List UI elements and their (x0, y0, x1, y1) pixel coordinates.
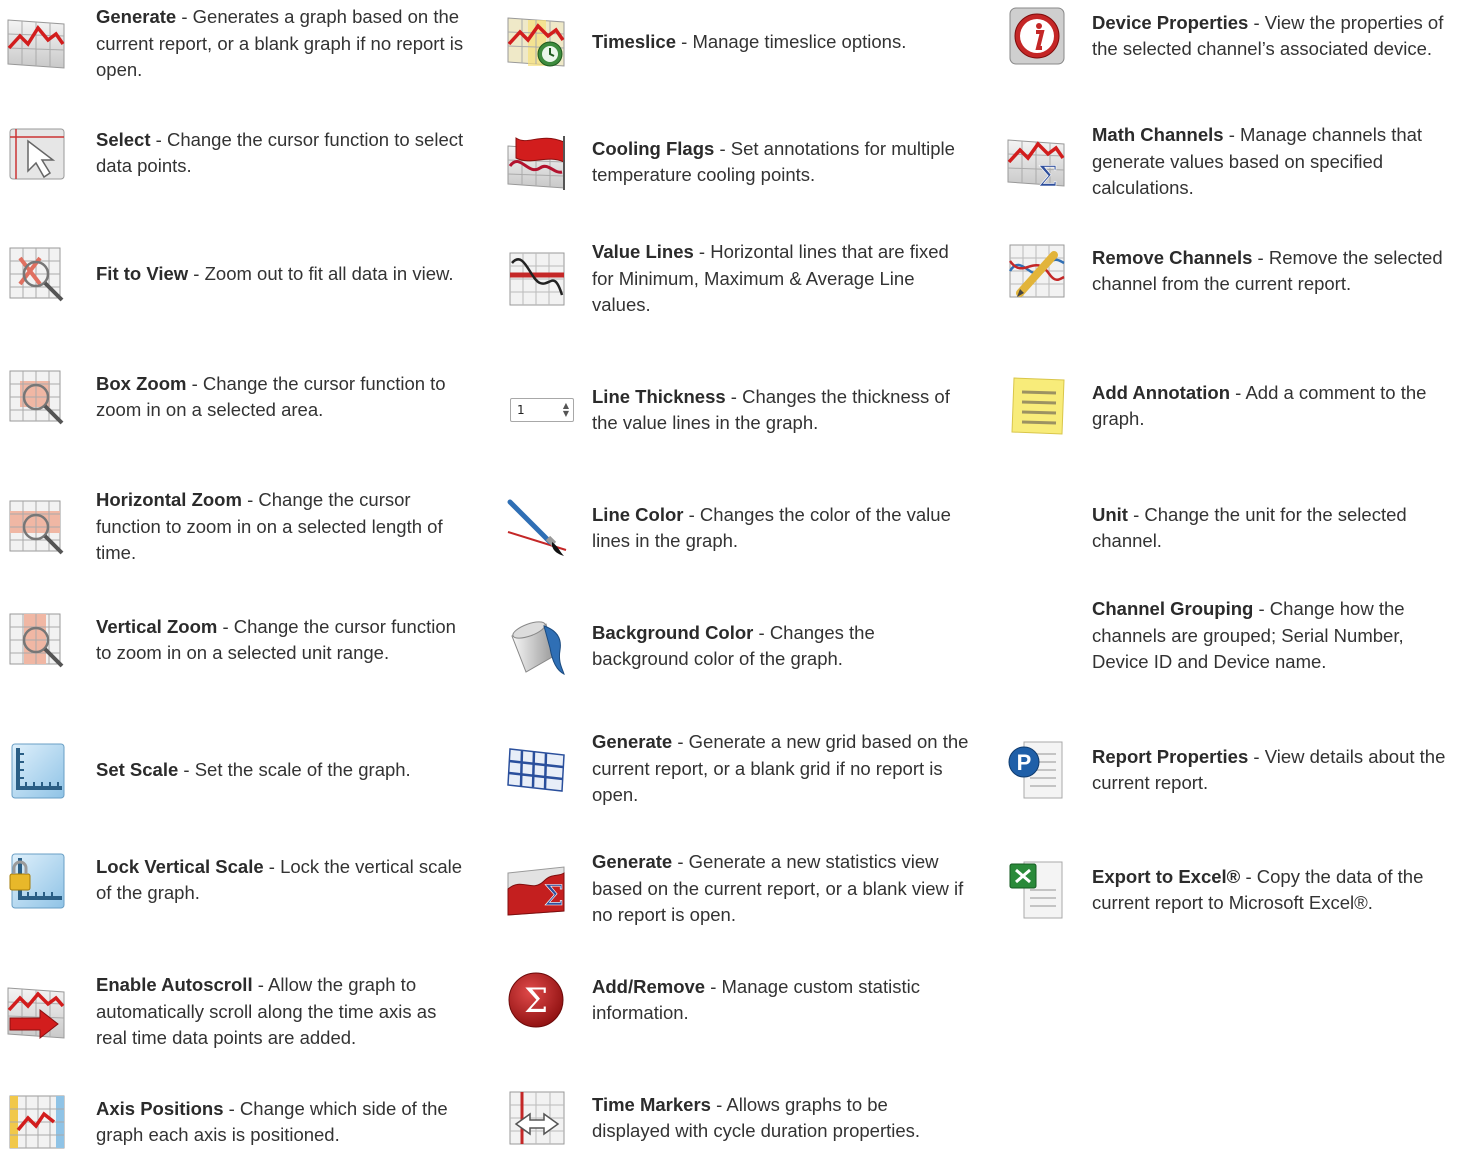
item-title: Export to Excel® (1092, 865, 1241, 887)
stepper-arrows-icon[interactable]: ▲ ▼ (563, 402, 569, 418)
svg-text:Σ: Σ (1038, 160, 1058, 192)
item-title: Fit to View (96, 262, 189, 284)
excel-export-icon[interactable] (1000, 858, 1074, 922)
math-channels-item[interactable]: Σ Math Channels - Manage channels that g… (1000, 122, 1462, 202)
item-title: Generate (592, 851, 673, 872)
column-channel-tools: Device Properties - View the properties … (1000, 0, 1462, 1169)
item-description: - Change the cursor function to select d… (96, 128, 464, 177)
item-title: Time Markers (592, 1093, 711, 1115)
set-scale-item[interactable]: Set Scale - Set the scale of the graph. (0, 738, 470, 802)
line-thickness-stepper[interactable]: 1 ▲ ▼ (500, 378, 574, 442)
device-properties-item[interactable]: Device Properties - View the properties … (1000, 4, 1462, 68)
value-lines-icon[interactable] (500, 247, 574, 311)
statistics-icon[interactable]: Σ (500, 857, 574, 921)
item-title: Math Channels (1092, 124, 1224, 145)
item-title: Value Lines (592, 241, 694, 262)
item-title: Horizontal Zoom (96, 489, 242, 510)
item-title: Enable Autoscroll (96, 974, 253, 995)
paintbrush-icon[interactable] (500, 496, 574, 560)
fit-to-view-item[interactable]: Fit to View - Zoom out to fit all data i… (0, 242, 470, 306)
item-title: Box Zoom (96, 372, 187, 394)
lock-vertical-scale-item[interactable]: Lock Vertical Scale - Lock the vertical … (0, 848, 470, 912)
time-markers-icon[interactable] (500, 1086, 574, 1150)
paint-bucket-icon[interactable] (500, 614, 574, 678)
svg-text:Σ: Σ (524, 981, 548, 1021)
item-title: Line Thickness (592, 385, 726, 407)
cooling-flag-icon[interactable] (500, 130, 574, 194)
sticky-note-icon[interactable] (1000, 374, 1074, 438)
add-remove-item[interactable]: Σ Add/Remove - Manage custom statistic i… (500, 968, 970, 1032)
channel-grouping-item[interactable]: Channel Grouping - Change how the channe… (1000, 596, 1462, 676)
column-graph-tools: Generate - Generates a graph based on th… (0, 0, 470, 1169)
axis-positions-icon[interactable] (0, 1090, 74, 1154)
lock-scale-icon[interactable] (0, 848, 74, 912)
item-description: - Manage timeslice options. (676, 30, 907, 52)
vertical-zoom-item[interactable]: Vertical Zoom - Change the cursor functi… (0, 608, 470, 672)
autoscroll-icon[interactable] (0, 980, 74, 1044)
cooling-flags-item[interactable]: Cooling Flags - Set annotations for mult… (500, 130, 970, 194)
generate-graph-item[interactable]: Generate - Generates a graph based on th… (0, 4, 470, 84)
set-scale-icon[interactable] (0, 738, 74, 802)
add-annotation-item[interactable]: Add Annotation - Add a comment to the gr… (1000, 374, 1462, 438)
box-zoom-item[interactable]: Box Zoom - Change the cursor function to… (0, 365, 470, 429)
item-title: Line Color (592, 503, 684, 525)
item-description: - Change the unit for the selected chann… (1092, 503, 1407, 552)
horizontal-zoom-icon[interactable] (0, 495, 74, 559)
item-title: Unit (1092, 503, 1128, 525)
item-title: Device Properties (1092, 11, 1249, 33)
item-title: Cooling Flags (592, 137, 715, 159)
time-markers-item[interactable]: Time Markers - Allows graphs to be displ… (500, 1086, 970, 1150)
vertical-zoom-icon[interactable] (0, 608, 74, 672)
item-title: Axis Positions (96, 1097, 224, 1119)
select-item[interactable]: Select - Change the cursor function to s… (0, 121, 470, 185)
item-title: Add/Remove (592, 975, 706, 997)
stepper-value: 1 (517, 403, 525, 417)
item-title: Select (96, 128, 151, 150)
report-properties-item[interactable]: P Report Properties - View details about… (1000, 738, 1462, 802)
line-graph-icon[interactable] (0, 12, 74, 76)
report-properties-icon[interactable]: P (1000, 738, 1074, 802)
unit-item[interactable]: Unit - Change the unit for the selected … (1000, 496, 1462, 560)
item-title: Generate (592, 731, 673, 752)
background-color-item[interactable]: Background Color - Changes the backgroun… (500, 614, 970, 678)
generate-statistics-item[interactable]: Σ Generate - Generate a new statistics v… (500, 849, 970, 929)
export-to-excel-item[interactable]: Export to Excel® - Copy the data of the … (1000, 858, 1462, 922)
remove-channels-item[interactable]: Remove Channels - Remove the selected ch… (1000, 239, 1462, 303)
item-title: Background Color (592, 621, 754, 643)
value-lines-item[interactable]: Value Lines - Horizontal lines that are … (500, 239, 970, 319)
sigma-circle-icon[interactable]: Σ (500, 968, 574, 1032)
item-title: Report Properties (1092, 745, 1249, 767)
item-title: Set Scale (96, 758, 179, 780)
item-title: Generate (96, 6, 177, 27)
item-title: Add Annotation (1092, 381, 1231, 403)
line-color-item[interactable]: Line Color - Changes the color of the va… (500, 496, 970, 560)
select-cursor-icon[interactable] (0, 121, 74, 185)
item-title: Lock Vertical Scale (96, 855, 264, 877)
item-title: Timeslice (592, 30, 676, 52)
grid-icon[interactable] (500, 737, 574, 801)
box-zoom-icon[interactable] (0, 365, 74, 429)
timeslice-icon[interactable] (500, 10, 574, 74)
remove-channels-icon[interactable] (1000, 239, 1074, 303)
column-view-tools: Timeslice - Manage timeslice options. Co… (500, 0, 970, 1169)
horizontal-zoom-item[interactable]: Horizontal Zoom - Change the cursor func… (0, 487, 470, 567)
svg-text:Σ: Σ (544, 879, 564, 912)
item-description: - Set the scale of the graph. (178, 758, 411, 780)
item-description: - Zoom out to fit all data in view. (188, 262, 454, 284)
line-thickness-item[interactable]: 1 ▲ ▼ Line Thickness - Changes the thickn… (500, 378, 970, 442)
generate-grid-item[interactable]: Generate - Generate a new grid based on … (500, 729, 970, 809)
item-title: Remove Channels (1092, 246, 1253, 268)
device-info-icon[interactable] (1000, 4, 1074, 68)
timeslice-item[interactable]: Timeslice - Manage timeslice options. (500, 10, 970, 74)
enable-autoscroll-item[interactable]: Enable Autoscroll - Allow the graph to a… (0, 972, 470, 1052)
item-title: Channel Grouping (1092, 598, 1254, 619)
axis-positions-item[interactable]: Axis Positions - Change which side of th… (0, 1090, 470, 1154)
item-title: Vertical Zoom (96, 615, 218, 637)
fit-to-view-icon[interactable] (0, 242, 74, 306)
svg-text:P: P (1017, 750, 1032, 775)
math-channels-icon[interactable]: Σ (1000, 130, 1074, 194)
